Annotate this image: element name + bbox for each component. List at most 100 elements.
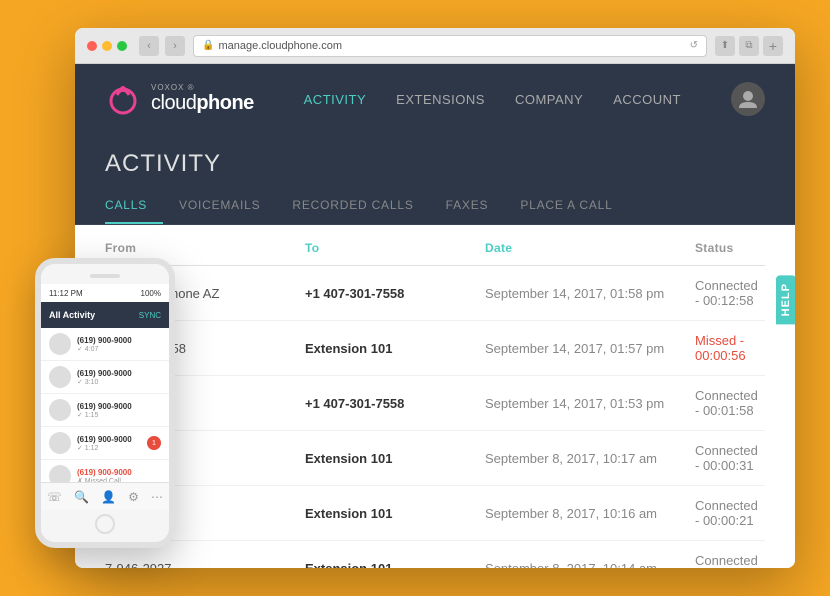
phone-list-item[interactable]: (619) 900-9000 ✓ 4:07 — [41, 328, 169, 361]
close-dot[interactable] — [87, 41, 97, 51]
address-bar[interactable]: 🔒 manage.cloudphone.com ↺ — [193, 35, 707, 57]
user-avatar[interactable] — [731, 82, 765, 116]
phone-list: (619) 900-9000 ✓ 4:07 (619) 900-9000 ✓ 3… — [41, 328, 169, 482]
back-button[interactable]: ‹ — [139, 36, 159, 56]
phone-list-item[interactable]: (619) 900-9000 ✗ Missed Call — [41, 460, 169, 482]
user-icon — [737, 88, 759, 110]
phone-settings-icon[interactable]: ⚙ — [128, 490, 139, 504]
status-cell: Connected - 00:01:58 — [695, 388, 765, 418]
refresh-icon[interactable]: ↺ — [690, 40, 698, 51]
browser-actions: ⬆ ⧉ + — [715, 36, 783, 56]
phone-more-icon[interactable]: ⋯ — [151, 490, 163, 504]
phone-avatar — [49, 465, 71, 482]
table-row: 7-946-2927 Extension 101 September 8, 20… — [105, 541, 765, 568]
table-row: 407-301-7558 Extension 101 September 14,… — [105, 321, 765, 376]
tab-place-a-call[interactable]: PLACE A CALL — [520, 188, 628, 224]
new-tab-icon[interactable]: ⧉ — [739, 36, 759, 56]
phone-battery: 100% — [141, 289, 161, 298]
table-row: d Phone AZ +1 407-301-7558 September 14,… — [105, 376, 765, 431]
minimize-dot[interactable] — [102, 41, 112, 51]
phone-list-item[interactable]: (619) 900-9000 ✓ 1:12 1 — [41, 427, 169, 460]
from-value: 7-946-2927 — [105, 561, 172, 569]
phone-status-bar: 11:12 PM 100% — [41, 284, 169, 302]
status-cell: Missed - 00:00:56 — [695, 333, 765, 363]
phone-search-icon[interactable]: 🔍 — [74, 490, 89, 504]
phone-avatar — [49, 432, 71, 454]
phone-mockup: 11:12 PM 100% All Activity SYNC (619) 90… — [35, 258, 175, 548]
to-cell: Extension 101 — [305, 561, 485, 569]
nav-company[interactable]: COMPANY — [515, 92, 583, 107]
phone-top-area — [41, 264, 169, 284]
table-row: 7-946-2927 Extension 101 September 8, 20… — [105, 486, 765, 541]
logo-text: VOXOX ® cloudphone — [151, 83, 254, 115]
nav-account[interactable]: ACCOUNT — [613, 92, 681, 107]
nav-extensions[interactable]: EXTENSIONS — [396, 92, 485, 107]
date-cell: September 14, 2017, 01:57 pm — [485, 341, 695, 356]
cloudphone-label: cloudphone — [151, 92, 254, 115]
browser-chrome: ‹ › 🔒 manage.cloudphone.com ↺ ⬆ ⧉ + — [75, 28, 795, 64]
help-tab[interactable]: HELP — [776, 275, 795, 324]
forward-button[interactable]: › — [165, 36, 185, 56]
add-tab-button[interactable]: + — [763, 36, 783, 56]
phone-avatar — [49, 333, 71, 355]
col-status: Status — [695, 241, 765, 255]
phone-home-button[interactable] — [95, 514, 115, 534]
phone-list-item[interactable]: (619) 900-9000 ✓ 3:10 — [41, 361, 169, 394]
phone-item-sub: ✓ 1:15 — [77, 411, 161, 419]
to-cell: +1 407-301-7558 — [305, 286, 485, 301]
nav-activity[interactable]: ACTIVITY — [304, 92, 367, 107]
phone-item-name: (619) 900-9000 — [77, 402, 161, 411]
tab-recorded-calls[interactable]: RECORDED CALLS — [292, 188, 429, 224]
phone-tab-icon[interactable]: ☏ — [47, 490, 62, 504]
phone-avatar — [49, 399, 71, 421]
phone-sync-button[interactable]: SYNC — [139, 311, 161, 320]
phone-item-info: (619) 900-9000 ✓ 1:15 — [77, 402, 161, 419]
phone-time: 11:12 PM — [49, 289, 83, 298]
phone-header-title: All Activity — [49, 310, 95, 320]
tab-faxes[interactable]: FAXES — [446, 188, 505, 224]
tab-calls[interactable]: CALLS — [105, 188, 163, 224]
page-title: ACTIVITY — [105, 134, 765, 188]
table-area: From To Date Status ↗ Cloud Phone AZ +1 … — [75, 225, 795, 568]
phone-screen: 11:12 PM 100% All Activity SYNC (619) 90… — [41, 264, 169, 542]
browser-dots — [87, 41, 127, 51]
tab-voicemails[interactable]: VOICEMAILS — [179, 188, 276, 224]
voxox-label: VOXOX ® — [151, 83, 254, 92]
col-date: Date — [485, 241, 695, 255]
phone-item-name: (619) 900-9000 — [77, 468, 161, 477]
phone-item-name: (619) 900-9000 — [77, 369, 161, 378]
to-cell: Extension 101 — [305, 451, 485, 466]
to-cell: +1 407-301-7558 — [305, 396, 485, 411]
phone-list-item[interactable]: (619) 900-9000 ✓ 1:15 — [41, 394, 169, 427]
scene: ‹ › 🔒 manage.cloudphone.com ↺ ⬆ ⧉ + — [35, 28, 795, 568]
maximize-dot[interactable] — [117, 41, 127, 51]
phone-item-sub: ✓ 4:07 — [77, 345, 161, 353]
phone-item-name: (619) 900-9000 — [77, 336, 161, 345]
notification-badge: 1 — [147, 436, 161, 450]
url-text: manage.cloudphone.com — [218, 40, 342, 52]
sub-nav: ACTIVITY CALLS VOICEMAILS RECORDED CALLS… — [75, 134, 795, 225]
table-header: From To Date Status — [105, 225, 765, 266]
date-cell: September 8, 2017, 10:17 am — [485, 451, 695, 466]
phone-item-info: (619) 900-9000 ✗ Missed Call — [77, 468, 161, 483]
phone-item-info: (619) 900-9000 ✓ 4:07 — [77, 336, 161, 353]
col-from: From — [105, 241, 305, 255]
logo-icon — [105, 81, 141, 117]
status-cell: Connected - 00:00:35 — [695, 553, 765, 568]
phone-item-sub: ✓ 3:10 — [77, 378, 161, 386]
table-row: ↗ Cloud Phone AZ +1 407-301-7558 Septemb… — [105, 266, 765, 321]
status-cell: Connected - 00:00:31 — [695, 443, 765, 473]
phone-home-area — [41, 510, 169, 542]
sub-nav-tabs: CALLS VOICEMAILS RECORDED CALLS FAXES PL… — [105, 188, 765, 224]
date-cell: September 14, 2017, 01:58 pm — [485, 286, 695, 301]
phone-contacts-icon[interactable]: 👤 — [101, 490, 116, 504]
phone-item-info: (619) 900-9000 ✓ 1:12 — [77, 435, 141, 452]
status-cell: Connected - 00:12:58 — [695, 278, 765, 308]
app-header: VOXOX ® cloudphone ACTIVITY EXTENSIONS C… — [75, 64, 795, 134]
share-button[interactable]: ⬆ — [715, 36, 735, 56]
browser-window: ‹ › 🔒 manage.cloudphone.com ↺ ⬆ ⧉ + — [75, 28, 795, 568]
phone-item-name: (619) 900-9000 — [77, 435, 141, 444]
from-cell: 7-946-2927 — [105, 561, 305, 569]
browser-nav: ‹ › — [139, 36, 185, 56]
phone-header: All Activity SYNC — [41, 302, 169, 328]
